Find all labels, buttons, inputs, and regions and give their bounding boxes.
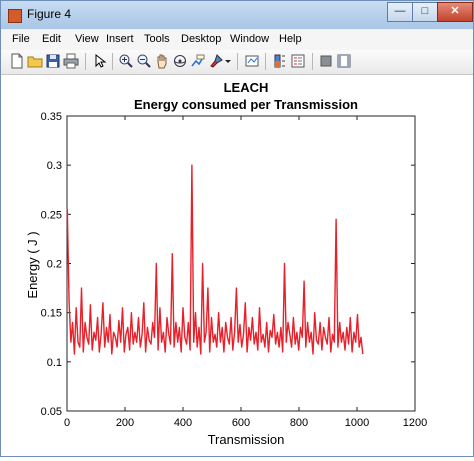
save-icon[interactable] bbox=[45, 53, 61, 69]
title-bar[interactable]: Figure 4 — □ ✕ bbox=[1, 1, 473, 29]
close-button[interactable]: ✕ bbox=[437, 2, 473, 22]
toolbar-separator bbox=[265, 53, 266, 70]
toolbar-separator bbox=[112, 53, 113, 70]
menu-window[interactable]: Window bbox=[230, 33, 269, 45]
y-tick-label: 0.35 bbox=[41, 111, 62, 123]
zoom-out-icon[interactable] bbox=[136, 53, 152, 69]
x-tick-label: 200 bbox=[116, 417, 134, 429]
pan-hand-icon[interactable] bbox=[154, 53, 170, 69]
y-tick-label: 0.05 bbox=[41, 406, 62, 418]
matlab-figure-icon bbox=[8, 9, 22, 23]
plot-area: 0 200 400 600 800 1000 1200 0.05 0.1 0.15 0.2 0.25 0… bbox=[41, 111, 428, 429]
open-file-icon[interactable] bbox=[27, 53, 43, 69]
toolbar-separator bbox=[237, 53, 238, 70]
menu-help[interactable]: Help bbox=[279, 33, 302, 45]
menu-insert[interactable]: Insert bbox=[106, 33, 134, 45]
menu-bar: File Edit View Insert Tools Desktop Wind… bbox=[1, 30, 473, 50]
figure-toolbar bbox=[1, 50, 473, 75]
zoom-in-icon[interactable] bbox=[118, 53, 134, 69]
y-tick-label: 0.1 bbox=[47, 357, 62, 369]
print-icon[interactable] bbox=[63, 53, 79, 69]
hide-plot-tools-icon[interactable] bbox=[318, 53, 334, 69]
link-plot-icon[interactable] bbox=[244, 53, 260, 69]
data-cursor-icon[interactable] bbox=[190, 53, 206, 69]
chart-subtitle: Energy consumed per Transmission bbox=[134, 97, 358, 112]
x-tick-label: 400 bbox=[174, 417, 192, 429]
window-title: Figure 4 bbox=[27, 7, 72, 21]
menu-desktop[interactable]: Desktop bbox=[181, 33, 221, 45]
y-tick-label: 0.25 bbox=[41, 209, 62, 221]
x-tick-label: 600 bbox=[232, 417, 250, 429]
toolbar-separator bbox=[85, 53, 86, 70]
chart-title: LEACH bbox=[224, 80, 269, 95]
figure-window: Figure 4 — □ ✕ File Edit View Insert Too… bbox=[0, 0, 474, 457]
x-axis-label: Transmission bbox=[208, 432, 285, 447]
menu-view[interactable]: View bbox=[75, 33, 99, 45]
axes-box bbox=[66, 115, 416, 412]
x-tick-label: 1200 bbox=[403, 417, 427, 429]
menu-edit[interactable]: Edit bbox=[42, 33, 61, 45]
show-plot-tools-icon[interactable] bbox=[336, 53, 352, 69]
x-tick-label: 800 bbox=[290, 417, 308, 429]
figure-canvas: LEACH Energy consumed per Transmission 0… bbox=[1, 75, 473, 456]
new-figure-icon[interactable] bbox=[9, 53, 25, 69]
x-tick-label: 0 bbox=[64, 417, 70, 429]
toolbar-separator bbox=[312, 53, 313, 70]
y-tick-label: 0.2 bbox=[47, 259, 62, 271]
dropdown-arrow-icon[interactable] bbox=[224, 53, 232, 69]
y-tick-label: 0.3 bbox=[47, 160, 62, 172]
menu-tools[interactable]: Tools bbox=[144, 33, 170, 45]
rotate-3d-icon[interactable] bbox=[172, 53, 188, 69]
minimize-button[interactable]: — bbox=[387, 2, 413, 22]
x-tick-label: 1000 bbox=[345, 417, 369, 429]
line-chart[interactable]: LEACH Energy consumed per Transmission 0… bbox=[1, 75, 473, 456]
insert-legend-icon[interactable] bbox=[290, 53, 306, 69]
select-arrow-icon[interactable] bbox=[92, 53, 108, 69]
menu-file[interactable]: File bbox=[12, 33, 30, 45]
y-tick-label: 0.15 bbox=[41, 308, 62, 320]
maximize-button[interactable]: □ bbox=[412, 2, 438, 22]
brush-icon[interactable] bbox=[208, 53, 224, 69]
y-axis-label: Energy ( J ) bbox=[25, 231, 40, 298]
insert-colorbar-icon[interactable] bbox=[272, 53, 288, 69]
